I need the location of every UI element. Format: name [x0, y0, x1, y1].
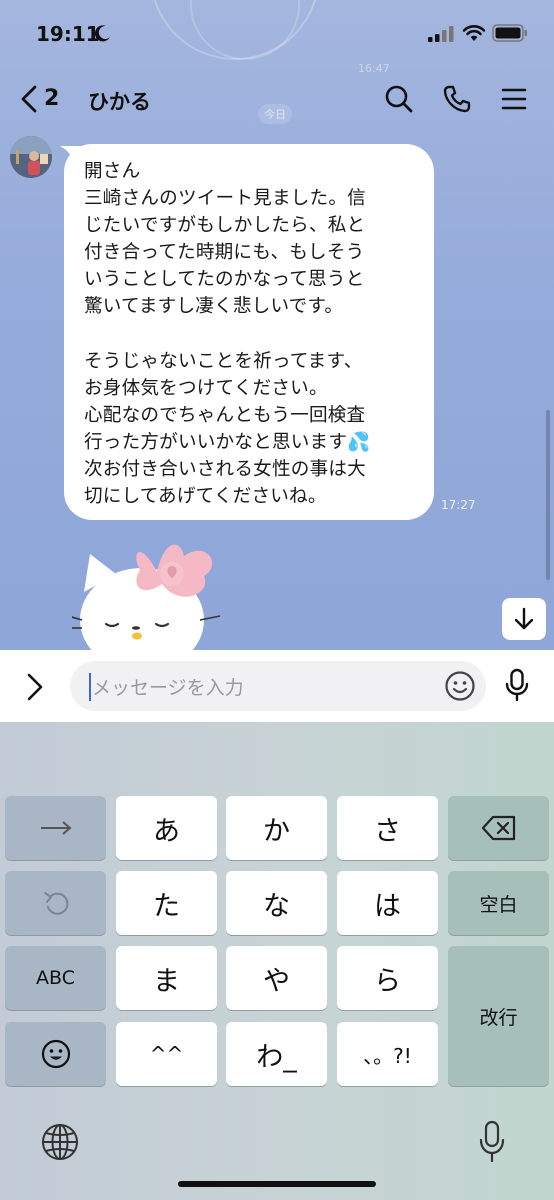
message-input[interactable]: メッセージを入力 — [70, 661, 486, 711]
key-kaomoji[interactable]: ^^ — [116, 1022, 217, 1086]
sticker-image — [72, 544, 221, 650]
message-bubble[interactable]: 開さん 三崎さんのツイート見ました。信 じたいですがもしかしたら、私と 付き合っ… — [64, 144, 434, 520]
message-input-placeholder: メッセージを入力 — [92, 676, 244, 699]
key-delete[interactable] — [448, 796, 549, 860]
battery-icon — [492, 24, 527, 42]
chevron-right-icon[interactable] — [24, 672, 46, 702]
unread-count[interactable]: 2 — [44, 86, 59, 111]
key-ya[interactable]: や — [226, 946, 327, 1010]
signal-icon — [428, 26, 454, 42]
message-text: 開さん 三崎さんのツイート見ました。信 じたいですがもしかしたら、私と 付き合っ… — [84, 161, 371, 508]
key-emoji[interactable] — [5, 1022, 106, 1086]
key-abc[interactable]: ABC — [5, 946, 106, 1010]
avatar[interactable] — [10, 136, 52, 178]
menu-icon[interactable] — [500, 85, 528, 113]
emoji-key-icon — [41, 1039, 70, 1069]
key-undo[interactable] — [5, 871, 106, 935]
key-ra[interactable]: ら — [337, 946, 438, 1010]
home-indicator — [178, 1181, 376, 1187]
key-na[interactable]: な — [226, 871, 327, 935]
arrow-down-icon — [514, 607, 534, 630]
message-time: 17:27 — [441, 498, 476, 512]
moon-icon — [94, 25, 110, 42]
key-punctuation[interactable]: 、。?! — [337, 1022, 438, 1086]
status-time: 19:11 — [36, 22, 100, 46]
key-space[interactable]: 空白 — [448, 871, 549, 935]
key-return[interactable]: 改行 — [448, 946, 549, 1086]
avatar-image — [10, 136, 52, 178]
microphone-icon[interactable] — [504, 668, 530, 702]
key-ha[interactable]: は — [337, 871, 438, 935]
key-a[interactable]: あ — [116, 796, 217, 860]
key-wa[interactable]: わ_ — [226, 1022, 327, 1086]
scrollbar[interactable] — [546, 410, 550, 580]
search-icon[interactable] — [384, 84, 414, 114]
key-ma[interactable]: ま — [116, 946, 217, 1010]
key-sa[interactable]: さ — [337, 796, 438, 860]
key-arrow-right[interactable] — [5, 796, 106, 860]
key-ka[interactable]: か — [226, 796, 327, 860]
delete-icon — [481, 815, 515, 841]
phone-icon[interactable] — [442, 84, 472, 114]
arrow-right-icon — [40, 821, 72, 835]
globe-icon[interactable] — [40, 1122, 80, 1162]
emoji-icon[interactable] — [444, 670, 476, 702]
sticker[interactable] — [72, 528, 232, 650]
chat-title: ひかる — [88, 90, 151, 114]
undo-icon — [43, 892, 68, 915]
back-icon[interactable] — [18, 84, 40, 114]
dictation-microphone-icon[interactable] — [478, 1120, 506, 1164]
wifi-icon — [462, 25, 486, 41]
key-ta[interactable]: た — [116, 871, 217, 935]
scroll-to-bottom-button[interactable] — [502, 598, 546, 640]
chat-header: 2 ひかる — [0, 72, 554, 126]
status-bar: 19:11 — [0, 0, 554, 64]
text-caret — [89, 673, 91, 701]
